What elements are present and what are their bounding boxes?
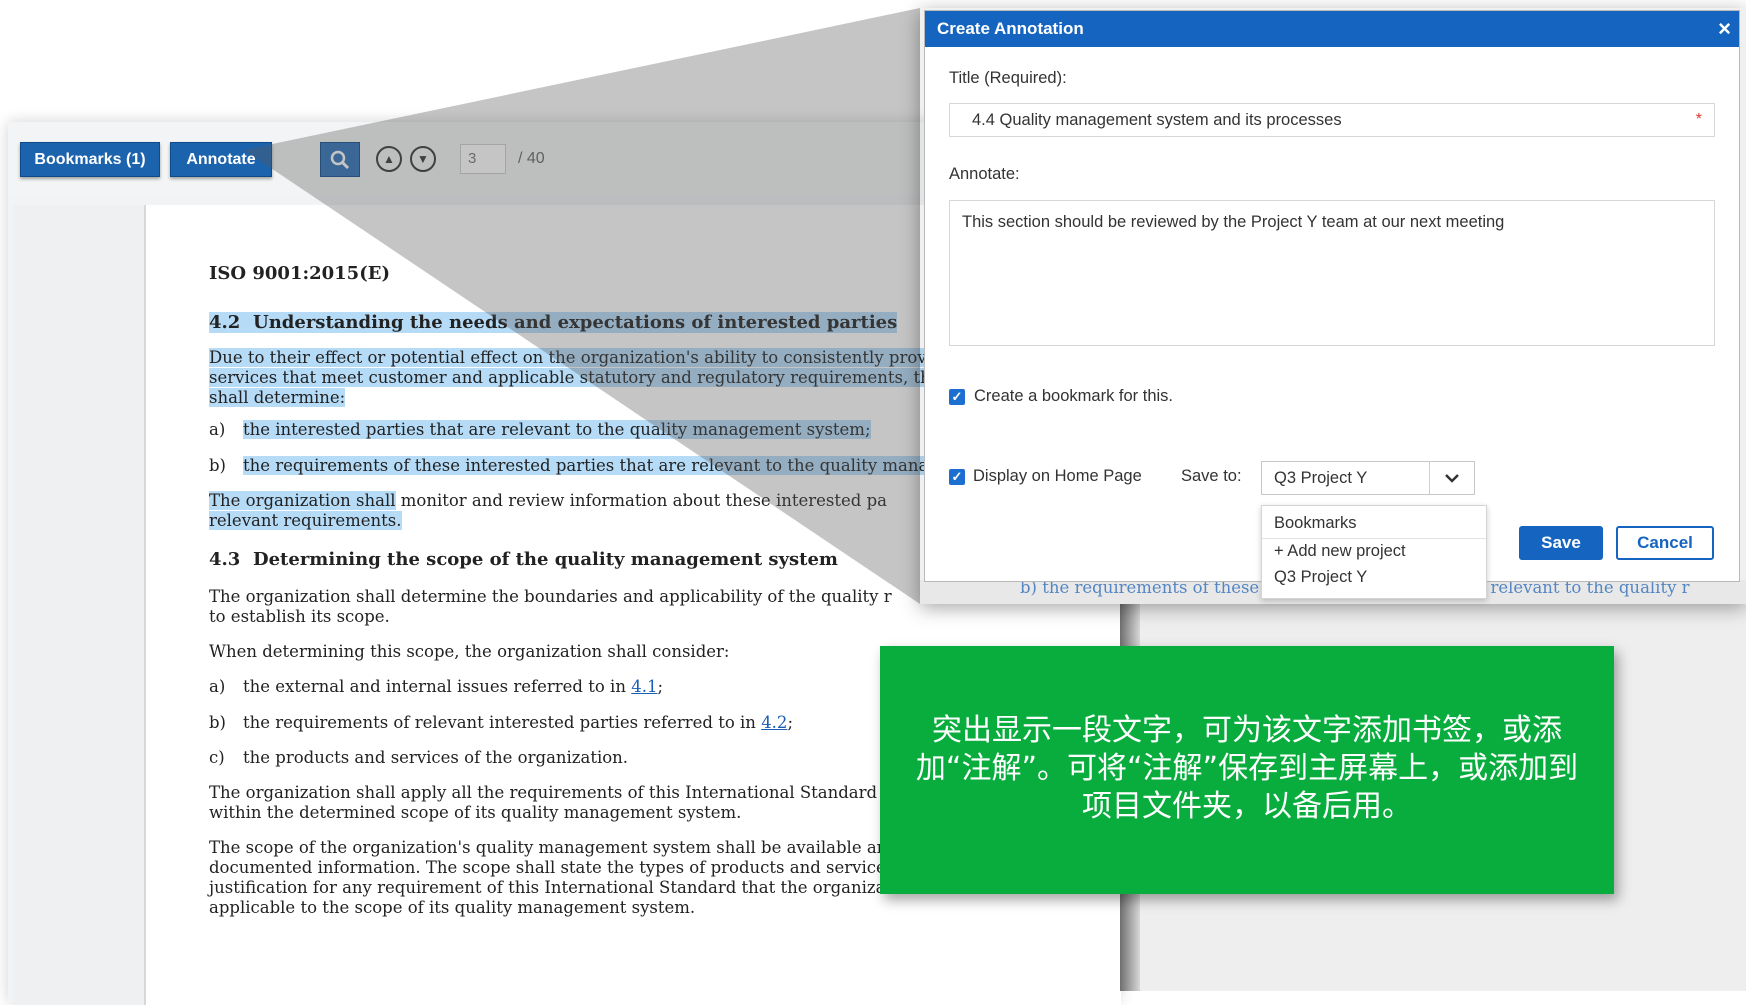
dropdown-option-add-project[interactable]: + Add new project [1274, 542, 1406, 561]
check-icon: ✓ [951, 469, 963, 484]
dropdown-option-q3-project-y[interactable]: Q3 Project Y [1274, 568, 1367, 587]
close-icon[interactable]: × [1718, 11, 1731, 47]
chevron-up-icon: ▲ [383, 152, 395, 166]
list-item: a) the interested parties that are releva… [209, 420, 871, 439]
search-button[interactable] [320, 142, 360, 177]
bookmark-checkbox-label: Create a bookmark for this. [974, 387, 1173, 405]
annotate-button[interactable]: Annotate [170, 142, 272, 177]
save-to-select[interactable]: Q3 Project Y [1261, 461, 1475, 495]
dialog-title: Create Annotation [937, 19, 1084, 38]
required-indicator: * [1695, 111, 1702, 128]
thumbnail-gutter [14, 205, 146, 1005]
paragraph-line: within the determined scope of its quali… [209, 803, 742, 822]
save-button[interactable]: Save [1519, 526, 1603, 560]
dropdown-option-bookmarks[interactable]: Bookmarks [1274, 514, 1357, 533]
paragraph-line: applicable to the scope of its quality m… [209, 898, 696, 917]
section-heading-4-3: 4.3 Determining the scope of the quality … [209, 549, 838, 570]
list-item: c) the products and services of the organ… [209, 748, 629, 767]
paragraph-line: to establish its scope. [209, 607, 390, 626]
title-label: Title (Required): [949, 69, 1067, 87]
check-icon: ✓ [951, 389, 963, 404]
home-page-checkbox-label: Display on Home Page [973, 467, 1142, 485]
annotate-label: Annotate: [949, 165, 1020, 183]
page-number-input[interactable]: 3 [460, 144, 506, 174]
section-heading-4-2: 4.2 Understanding the needs and expectati… [209, 312, 898, 333]
create-annotation-dialog: Create Annotation × Title (Required): 4.… [924, 10, 1740, 599]
reference-link-4-1[interactable]: 4.1 [631, 677, 657, 696]
save-to-dropdown: Bookmarks + Add new project Q3 Project Y [1261, 505, 1487, 599]
next-page-button[interactable]: ▼ [410, 146, 436, 172]
chevron-down-icon: ▼ [417, 152, 429, 166]
dropdown-divider [1262, 538, 1486, 539]
bookmarks-button[interactable]: Bookmarks (1) [20, 142, 160, 177]
title-input[interactable]: 4.4 Quality management system and its pr… [949, 103, 1715, 137]
paragraph-line: When determining this scope, the organiz… [209, 642, 730, 661]
bookmark-checkbox[interactable]: ✓ [949, 389, 965, 405]
reference-link-4-2[interactable]: 4.2 [761, 713, 787, 732]
page-total: / 40 [518, 150, 545, 167]
paragraph-line: relevant requirements. [209, 511, 402, 530]
dialog-header: Create Annotation × [925, 11, 1739, 47]
annotate-textarea[interactable]: This section should be reviewed by the P… [949, 200, 1715, 346]
save-to-label: Save to: [1181, 467, 1242, 485]
previous-page-button[interactable]: ▲ [376, 146, 402, 172]
home-page-checkbox[interactable]: ✓ [949, 469, 965, 485]
search-icon [330, 150, 350, 169]
callout-text: 突出显示一段文字，可为该文字添加书签，或添加“注解”。可将“注解”保存到主屏幕上… [915, 713, 1579, 824]
info-callout: 突出显示一段文字，可为该文字添加书签，或添加“注解”。可将“注解”保存到主屏幕上… [880, 646, 1614, 894]
paragraph-line: shall determine: [209, 388, 346, 407]
list-item: a) the external and internal issues refer… [209, 677, 664, 696]
cancel-button[interactable]: Cancel [1616, 526, 1714, 560]
chevron-down-icon[interactable] [1429, 462, 1474, 494]
standard-id: ISO 9001:2015(E) [209, 263, 390, 284]
list-item: b) the requirements of relevant intereste… [209, 713, 793, 732]
